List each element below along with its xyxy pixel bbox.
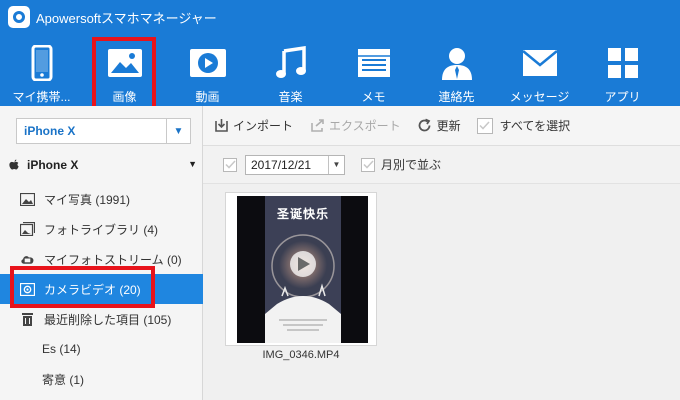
sidebar-item-label: 寄意 (1) [42, 372, 85, 387]
memo-icon [355, 44, 393, 82]
envelope-icon [521, 44, 559, 82]
device-tree-label: iPhone X [27, 158, 79, 172]
date-select-value: 2017/12/21 [251, 157, 312, 172]
apple-icon [9, 159, 19, 170]
app-logo-icon [8, 6, 30, 28]
toolbar-videos[interactable]: 動画 [166, 34, 249, 106]
app-title: Apowersoftスマホマネージャー [36, 10, 217, 26]
refresh-icon [417, 118, 433, 134]
action-bar: インポート エクスポート 更新 すべてを選択 [203, 106, 680, 146]
export-icon [309, 118, 325, 134]
import-icon [213, 118, 229, 134]
sidebar-item-recently-deleted[interactable]: 最近削除した項目 (105) [0, 304, 203, 334]
toolbar-contacts[interactable]: 連絡先 [415, 34, 498, 106]
sidebar-item-label: 最近削除した項目 (105) [44, 312, 172, 327]
import-label: インポート [233, 119, 294, 133]
toolbar-memo[interactable]: メモ [332, 34, 415, 106]
toolbar-label: メッセージ [509, 90, 570, 104]
chevron-down-icon[interactable]: ▼ [166, 119, 190, 143]
media-grid: 圣诞快乐 IMG_0346.MP4 [203, 184, 680, 400]
toolbar-label: 動画 [195, 90, 220, 104]
export-label: エクスポート [329, 119, 401, 133]
checkbox-icon [361, 157, 375, 172]
apps-grid-icon [604, 44, 642, 82]
import-button[interactable]: インポート [213, 117, 293, 134]
media-thumbnail[interactable]: 圣诞快乐 [225, 192, 377, 346]
month-sort-toggle[interactable]: 月別で並ぶ [361, 156, 441, 173]
toolbar-label: メモ [361, 90, 386, 104]
sidebar: iPhone X ▼ iPhone X ▼ マイ写真 (1991) フォトライブ… [0, 106, 203, 400]
video-preview: 圣诞快乐 [237, 196, 368, 343]
highlight-box [10, 266, 155, 308]
toolbar-music[interactable]: 音楽 [249, 34, 332, 106]
highlight-box [92, 37, 156, 106]
sidebar-item-label: Es (14) [42, 342, 81, 356]
toolbar-ebook[interactable]: 電子 [664, 34, 680, 106]
toolbar-label: 音楽 [278, 90, 303, 104]
toolbar-images[interactable]: 画像 [83, 34, 166, 106]
select-all-label: すべてを選択 [499, 119, 571, 133]
toolbar-messages[interactable]: メッセージ [498, 34, 581, 106]
sidebar-item-photo-library[interactable]: フォトライブラリ (4) [0, 214, 203, 244]
caret-down-icon[interactable]: ▼ [188, 159, 197, 169]
filter-bar: 2017/12/21 ▼ 月別で並ぶ [203, 146, 680, 184]
toolbar-label: マイ携帯... [12, 90, 71, 104]
music-note-icon [272, 44, 310, 82]
trash-icon [20, 312, 35, 326]
chevron-down-icon[interactable]: ▼ [328, 155, 344, 174]
export-button[interactable]: エクスポート [309, 117, 401, 134]
phone-icon [23, 44, 61, 82]
select-all-checkbox[interactable]: すべてを選択 [476, 117, 571, 134]
device-tree-header[interactable]: iPhone X ▼ [0, 154, 203, 176]
toolbar-apps[interactable]: アプリ [581, 34, 664, 106]
main-toolbar: マイ携帯... 画像 動画 音楽 メモ 連絡先 メッセージ アプリ [0, 34, 680, 106]
video-overlay-title: 圣诞快乐 [276, 207, 329, 221]
sidebar-item-my-photos[interactable]: マイ写真 (1991) [0, 184, 203, 214]
sidebar-item-label: フォトライブラリ (4) [44, 222, 159, 237]
toolbar-my-phone[interactable]: マイ携帯... [0, 34, 83, 106]
photo-library-icon [20, 222, 35, 236]
photo-icon [20, 192, 35, 206]
refresh-label: 更新 [436, 119, 461, 133]
cloud-icon [20, 252, 35, 266]
date-filter-checkbox[interactable] [223, 157, 237, 172]
sidebar-item-label: マイフォトストリーム (0) [44, 252, 182, 267]
toolbar-label: アプリ [604, 90, 641, 104]
refresh-button[interactable]: 更新 [417, 117, 461, 134]
month-sort-label: 月別で並ぶ [381, 158, 442, 172]
title-bar: Apowersoftスマホマネージャー [0, 0, 680, 34]
sidebar-item-label: マイ写真 (1991) [44, 192, 131, 207]
date-select[interactable]: 2017/12/21 ▼ [245, 154, 345, 175]
contact-icon [438, 44, 476, 82]
device-select-value: iPhone X [24, 124, 76, 138]
toolbar-label: 連絡先 [438, 90, 475, 104]
sidebar-item-album-other[interactable]: 寄意 (1) [0, 364, 203, 394]
checkbox-icon [476, 117, 493, 134]
media-filename: IMG_0346.MP4 [262, 349, 340, 361]
sidebar-item-album-es[interactable]: Es (14) [0, 334, 203, 364]
device-select[interactable]: iPhone X ▼ [16, 118, 191, 144]
video-play-icon [189, 44, 227, 82]
